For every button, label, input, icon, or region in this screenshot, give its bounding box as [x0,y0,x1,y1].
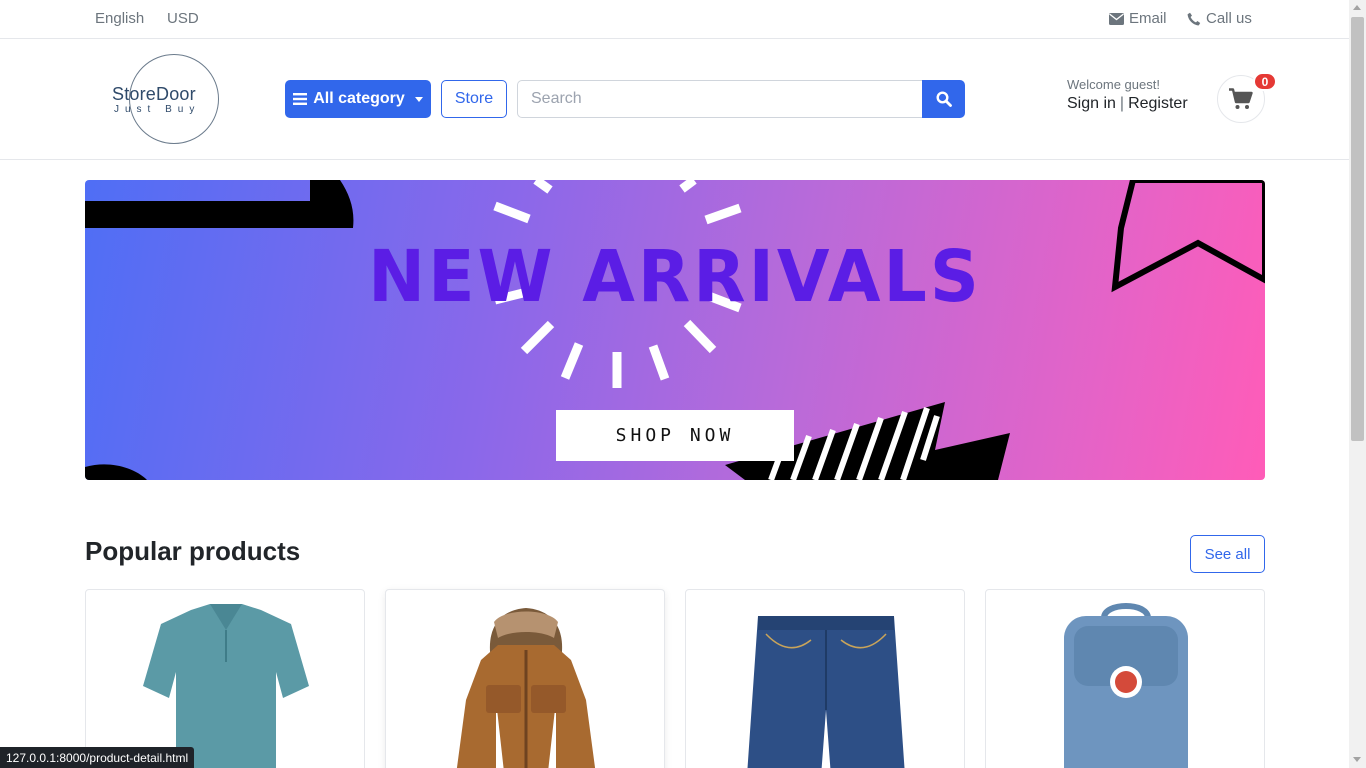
page: English USD Email Call us StoreDoor Just… [0,0,1366,768]
denim-shorts-image [747,616,905,768]
banner-headline: NEW ARRIVALS [368,236,982,319]
phone-icon [1187,12,1201,25]
search-button[interactable] [922,80,965,118]
sign-in-link[interactable]: Sign in [1067,95,1116,112]
shop-now-button[interactable]: SHOP NOW [556,410,794,461]
scroll-up-arrow-icon[interactable] [1353,5,1361,10]
chevron-down-icon [414,96,423,102]
currency-selector[interactable]: USD [167,10,199,27]
call-us-link[interactable]: Call us [1187,10,1252,27]
auth-links: Sign in | Register [1067,95,1188,113]
email-link[interactable]: Email [1109,10,1167,27]
search-icon [935,91,952,107]
email-label: Email [1129,10,1167,27]
logo-name: StoreDoor [112,84,196,104]
logo-tagline: Just Buy [114,104,201,115]
search-input[interactable]: Search [517,80,923,118]
top-bar: English USD Email Call us [0,0,1349,39]
menu-icon [293,93,308,105]
see-all-button[interactable]: See all [1190,535,1265,573]
hero-banner[interactable]: NEW ARRIVALS SHOP NOW [85,180,1265,480]
scroll-down-arrow-icon[interactable] [1353,757,1361,762]
envelope-icon [1109,12,1124,25]
language-selector[interactable]: English [95,10,144,27]
polo-shirt-image [143,604,309,768]
vertical-scrollbar[interactable] [1349,0,1366,768]
jacket-image [456,608,596,768]
shopping-cart-icon [1229,88,1253,109]
product-card[interactable] [685,589,965,768]
product-card[interactable] [85,589,365,768]
main-header: StoreDoor Just Buy All category Store Se… [0,39,1349,160]
register-link[interactable]: Register [1128,95,1188,112]
link-status-bar: 127.0.0.1:8000/product-detail.html [0,747,195,768]
call-label: Call us [1206,10,1252,27]
store-button[interactable]: Store [441,80,507,118]
product-card[interactable] [385,589,665,768]
all-category-label: All category [313,90,405,107]
auth-separator: | [1119,95,1125,112]
store-logo[interactable]: StoreDoor Just Buy [112,54,219,144]
product-card[interactable] [985,589,1265,768]
backpack-image [1064,603,1188,768]
cart-count-badge: 0 [1253,72,1277,91]
scrollbar-thumb[interactable] [1351,17,1364,441]
welcome-text: Welcome guest! [1067,77,1160,92]
popular-products-title: Popular products [85,536,301,566]
all-category-button[interactable]: All category [285,80,431,118]
cart-button[interactable]: 0 [1217,72,1277,123]
